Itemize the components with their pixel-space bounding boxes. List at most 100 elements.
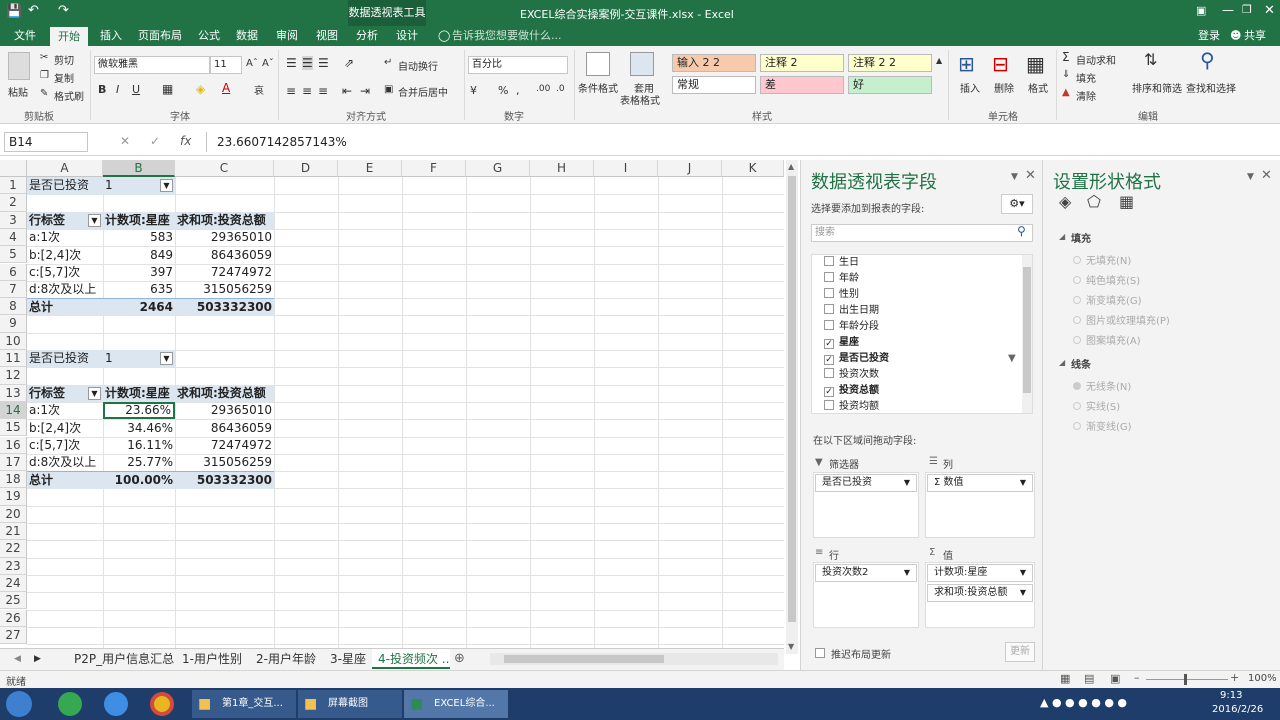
tab-view[interactable]: 视图 (316, 26, 338, 46)
fill-button[interactable]: 填充 (1076, 70, 1096, 85)
fill-option[interactable]: 纯色填充(S) (1073, 272, 1140, 287)
checkbox-icon[interactable] (824, 272, 834, 282)
checkbox-icon[interactable] (824, 256, 834, 266)
increase-indent-icon[interactable]: ⇥ (360, 84, 370, 98)
copy-button[interactable]: 复制 (54, 70, 74, 85)
gear-icon[interactable]: ⚙▾ (1001, 194, 1033, 214)
field-list-scrollbar[interactable] (1022, 255, 1032, 413)
wrap-text-button[interactable]: 自动换行 (398, 58, 438, 73)
fill-option[interactable]: 渐变填充(G) (1073, 292, 1142, 307)
app-green-icon[interactable] (58, 692, 82, 716)
zoom-level[interactable]: 100% (1248, 673, 1277, 684)
field-filter-icon[interactable]: ▼ (1008, 353, 1016, 364)
number-format-select[interactable]: 百分比 (468, 56, 568, 74)
col-header-d[interactable]: D (274, 160, 338, 177)
save-icon[interactable]: 💾 (6, 4, 22, 19)
row-header[interactable]: 9 (0, 315, 27, 333)
clock-time[interactable]: 9:13 (1220, 690, 1242, 701)
checkbox-icon[interactable] (824, 368, 834, 378)
clock-date[interactable]: 2016/2/26 (1212, 704, 1263, 715)
style-note-2-2[interactable]: 注释 2 2 (848, 54, 932, 72)
fill-option[interactable]: 图片或纹理填充(P) (1073, 312, 1170, 327)
column-field-dropdown[interactable]: Σ 数值 ▼ (927, 474, 1033, 492)
col-header-e[interactable]: E (338, 160, 402, 177)
field-item[interactable]: 年龄 (824, 271, 859, 287)
field-list-scroll-thumb[interactable] (1023, 267, 1031, 393)
style-bad[interactable]: 差 (760, 76, 844, 94)
row-label-dropdown-icon[interactable]: ▼ (88, 387, 101, 400)
radio-icon[interactable] (1073, 256, 1081, 264)
table-format-label-2[interactable]: 表格格式 (620, 92, 660, 107)
checkbox-icon[interactable] (824, 400, 834, 410)
field-item[interactable]: ✓ 投资总额 (824, 383, 879, 399)
select-all-corner[interactable] (0, 160, 27, 177)
tab-file[interactable]: 文件 (14, 26, 36, 46)
tab-insert[interactable]: 插入 (100, 26, 122, 46)
pivot2-row-percent-selected[interactable]: 23.66% (103, 402, 175, 420)
delete-cells-button[interactable]: 删除 (994, 80, 1014, 95)
row-header[interactable]: 19 (0, 488, 27, 506)
col-header-c[interactable]: C (175, 160, 274, 177)
radio-icon[interactable] (1073, 336, 1081, 344)
magnifier-icon[interactable]: ⚲ (1200, 48, 1215, 72)
col-header-h[interactable]: H (530, 160, 594, 177)
panel-close-icon[interactable]: ✕ (1025, 168, 1036, 183)
panel-options-icon[interactable]: ▼ (1247, 172, 1254, 182)
style-input-2-2[interactable]: 输入 2 2 (672, 54, 756, 72)
style-good[interactable]: 好 (848, 76, 932, 94)
tab-page-layout[interactable]: 页面布局 (138, 26, 182, 46)
autosum-button[interactable]: 自动求和 (1076, 52, 1116, 67)
underline-button[interactable]: U (132, 83, 140, 96)
checkbox-checked-icon[interactable]: ✓ (824, 355, 834, 365)
find-select-button[interactable]: 查找和选择 (1186, 80, 1236, 95)
field-item[interactable]: ✓ 星座 (824, 335, 859, 351)
zoom-out-icon[interactable]: – (1134, 671, 1140, 684)
line-option[interactable]: 实线(S) (1073, 398, 1120, 413)
grow-font-icon[interactable]: Aˆ (246, 58, 258, 69)
tray-icons[interactable]: ▲ ● ● ● ● ● ● (1040, 696, 1127, 709)
merge-center-button[interactable]: 合并后居中 (398, 84, 448, 99)
delete-cells-icon[interactable]: ⊟ (992, 52, 1009, 76)
radio-icon[interactable] (1073, 422, 1081, 430)
zoom-in-icon[interactable]: + (1230, 671, 1239, 684)
tab-formulas[interactable]: 公式 (198, 26, 220, 46)
page-layout-view-icon[interactable]: ▤ (1084, 672, 1094, 685)
radio-selected-icon[interactable] (1073, 382, 1081, 390)
row-header[interactable]: 23 (0, 557, 27, 575)
collapse-arrow-icon[interactable]: ◢ (1059, 232, 1065, 241)
row-header[interactable]: 18 (0, 471, 27, 489)
cut-button[interactable]: 剪切 (54, 52, 74, 67)
col-header-j[interactable]: J (658, 160, 722, 177)
close-icon[interactable]: ✕ (1264, 3, 1275, 18)
collapse-arrow-icon[interactable]: ◢ (1059, 358, 1065, 367)
field-item[interactable]: 投资均额 (824, 399, 879, 415)
comma-icon[interactable]: , (516, 84, 520, 97)
field-item[interactable]: 年龄分段 (824, 319, 879, 335)
line-option[interactable]: 无线条(N) (1073, 378, 1131, 393)
sheet-tab[interactable]: 3-星座 (330, 649, 366, 669)
add-sheet-icon[interactable]: ⊕ (454, 649, 465, 669)
italic-button[interactable]: I (116, 83, 119, 96)
sheet-tab-active[interactable]: 4-投资频次 ... (372, 649, 450, 669)
shrink-font-icon[interactable]: Aˇ (262, 58, 274, 69)
fill-option[interactable]: 图案填充(A) (1073, 332, 1141, 347)
row-header[interactable]: 5 (0, 246, 27, 264)
paste-label[interactable]: 粘贴 (8, 84, 28, 99)
minimize-icon[interactable]: — (1222, 3, 1234, 17)
fill-option[interactable]: 无填充(N) (1073, 252, 1131, 267)
tab-analyze[interactable]: 分析 (356, 26, 378, 46)
normal-view-icon[interactable]: ▦ (1060, 672, 1070, 685)
font-name-select[interactable]: 微软雅黑 (94, 56, 210, 74)
sheet-tab[interactable]: P2P_用户信息汇总 (74, 649, 174, 669)
row-header[interactable]: 17 (0, 453, 27, 472)
radio-icon[interactable] (1073, 316, 1081, 324)
vertical-scrollbar[interactable]: ▲ ▼ (786, 160, 798, 654)
col-header-i[interactable]: I (594, 160, 658, 177)
hscroll-thumb[interactable] (504, 655, 664, 663)
insert-cells-icon[interactable]: ⊞ (958, 52, 975, 76)
row-header[interactable]: 26 (0, 609, 27, 627)
filter-field-dropdown[interactable]: 是否已投资 ▼ (815, 474, 917, 492)
border-icon[interactable]: ▦ (162, 82, 173, 96)
align-right-icon[interactable]: ≡ (318, 84, 328, 98)
col-header-a[interactable]: A (27, 160, 103, 177)
